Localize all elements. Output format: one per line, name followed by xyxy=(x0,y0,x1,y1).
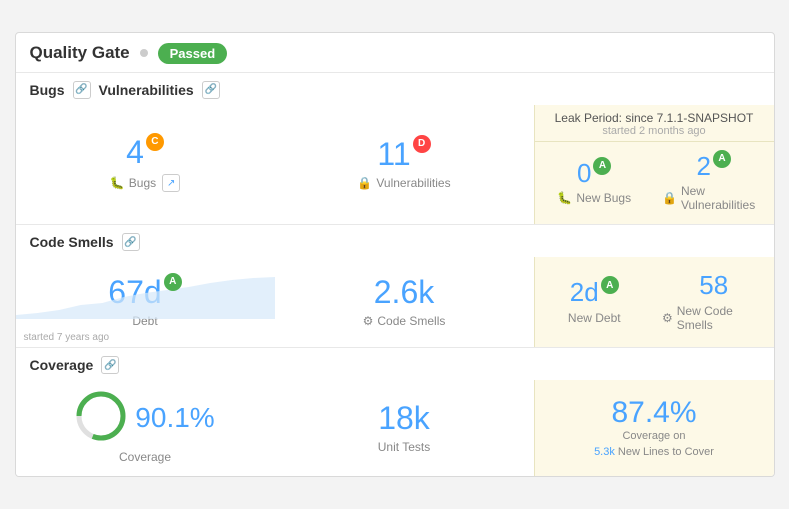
code-smells-section: Code Smells 🔗 67d A Debt xyxy=(16,225,774,348)
new-vuln-label: 🔒 New Vulnerabilities xyxy=(662,184,766,212)
new-lock-icon: 🔒 xyxy=(662,191,677,205)
coverage-title: Coverage xyxy=(30,357,94,373)
new-debt-label: New Debt xyxy=(568,311,621,325)
new-bugs-value: 0 A xyxy=(577,159,611,188)
new-bug-icon: 🐛 xyxy=(557,191,572,205)
new-debt-cell: 2d A New Debt xyxy=(535,257,655,347)
new-vuln-rating: A xyxy=(713,150,731,168)
new-coverage-display: 87.4% Coverage on 5.3k New Lines to Cove… xyxy=(535,380,774,476)
smells-value: 2.6k xyxy=(374,275,434,310)
debt-cell: 67d A Debt started 7 years ago xyxy=(16,257,275,347)
smells-label: ⚙ Code Smells xyxy=(363,314,446,328)
code-smells-header: Code Smells 🔗 xyxy=(16,225,774,257)
code-smells-metrics-row: 67d A Debt started 7 years ago 2.6k ⚙ xyxy=(16,257,774,347)
tests-value: 18k xyxy=(378,401,430,436)
bugs-section-header: Bugs 🔗 Vulnerabilities 🔗 xyxy=(16,73,774,105)
card-header: Quality Gate Passed xyxy=(16,33,774,73)
new-smells-cell: 58 ⚙ New Code Smells xyxy=(654,257,774,347)
smells-leak-panel: 2d A New Debt 58 xyxy=(534,257,774,347)
new-bugs-rating: A xyxy=(593,157,611,175)
bug-icon: 🐛 xyxy=(110,176,125,190)
coverage-metrics-row: 90.1% Coverage 18k Unit Tests 87.4% Cove… xyxy=(16,380,774,476)
vuln-metric-cell: 11 D 🔒 Vulnerabilities xyxy=(275,105,534,225)
new-bugs-label: 🐛 New Bugs xyxy=(557,191,631,205)
smells-cell: 2.6k ⚙ Code Smells xyxy=(275,257,534,347)
vuln-link-icon[interactable]: 🔗 xyxy=(202,81,220,99)
coverage-circle xyxy=(75,390,127,442)
smells-right-wrapper: 2d A New Debt 58 xyxy=(535,257,774,347)
new-smells-label: ⚙ New Code Smells xyxy=(662,304,766,332)
quality-gate-card: Quality Gate Passed Bugs 🔗 Vulnerabiliti… xyxy=(15,32,775,478)
bugs-title: Bugs xyxy=(30,82,65,98)
bugs-trend-icon[interactable]: ↗ xyxy=(162,174,180,192)
bugs-link-icon[interactable]: 🔗 xyxy=(73,81,91,99)
bugs-metrics-row: 4 C 🐛 Bugs ↗ 11 D 🔒 xyxy=(16,105,774,225)
vuln-rating-badge: D xyxy=(413,135,431,153)
code-smells-title: Code Smells xyxy=(30,234,114,250)
new-bugs-cell: 0 A 🐛 New Bugs xyxy=(535,142,655,225)
new-vuln-cell: 2 A 🔒 New Vulnerabilities xyxy=(654,142,774,225)
leak-header: Leak Period: since 7.1.1-SNAPSHOT starte… xyxy=(535,105,774,142)
coverage-leak-panel: 87.4% Coverage on 5.3k New Lines to Cove… xyxy=(534,380,774,476)
coverage-section: Coverage 🔗 90.1% Coverag xyxy=(16,348,774,476)
new-debt-rating: A xyxy=(601,276,619,294)
code-smells-left: 67d A Debt started 7 years ago 2.6k ⚙ xyxy=(16,257,534,347)
bugs-rating-badge: C xyxy=(146,133,164,151)
bugs-leak-panel: Leak Period: since 7.1.1-SNAPSHOT starte… xyxy=(534,105,774,225)
bugs-right-body: 0 A 🐛 New Bugs 2 A xyxy=(535,142,774,225)
vuln-value-display: 11 D xyxy=(377,137,430,172)
bugs-label: 🐛 Bugs ↗ xyxy=(110,174,180,192)
coverage-label: Coverage xyxy=(119,450,171,464)
code-smells-link-icon[interactable]: 🔗 xyxy=(122,233,140,251)
page-title: Quality Gate xyxy=(30,43,130,63)
unit-tests-cell: 18k Unit Tests xyxy=(275,380,534,476)
new-vuln-value: 2 A xyxy=(697,152,731,181)
vuln-label: 🔒 Vulnerabilities xyxy=(357,176,450,190)
new-smells-icon: ⚙ xyxy=(662,311,673,325)
status-dot xyxy=(140,49,148,57)
smells-icon: ⚙ xyxy=(363,314,374,328)
debt-note: started 7 years ago xyxy=(24,332,110,343)
coverage-left: 90.1% Coverage 18k Unit Tests xyxy=(16,380,534,476)
new-debt-value: 2d A xyxy=(570,278,619,307)
status-badge: Passed xyxy=(158,43,228,64)
coverage-cell: 90.1% Coverage xyxy=(16,380,275,476)
vuln-title: Vulnerabilities xyxy=(99,82,194,98)
lock-icon: 🔒 xyxy=(357,176,372,190)
coverage-value: 90.1% xyxy=(135,403,214,434)
new-coverage-value: 87.4% xyxy=(611,396,696,429)
smells-right-body: 2d A New Debt 58 xyxy=(535,257,774,347)
bugs-section: Bugs 🔗 Vulnerabilities 🔗 4 C 🐛 Bugs ↗ xyxy=(16,73,774,226)
tests-label: Unit Tests xyxy=(378,440,430,454)
new-smells-value: 58 xyxy=(699,271,728,300)
bugs-metric-cell: 4 C 🐛 Bugs ↗ xyxy=(16,105,275,225)
bugs-value-display: 4 C xyxy=(126,135,164,170)
debt-rating: A xyxy=(164,273,182,291)
bugs-right-wrapper: Leak Period: since 7.1.1-SNAPSHOT starte… xyxy=(535,105,774,225)
coverage-header: Coverage 🔗 xyxy=(16,348,774,380)
coverage-link-icon[interactable]: 🔗 xyxy=(101,356,119,374)
new-coverage-label: Coverage on 5.3k New Lines to Cover xyxy=(594,429,714,460)
coverage-display: 90.1% xyxy=(75,390,214,446)
bugs-metrics-left: 4 C 🐛 Bugs ↗ 11 D 🔒 xyxy=(16,105,534,225)
